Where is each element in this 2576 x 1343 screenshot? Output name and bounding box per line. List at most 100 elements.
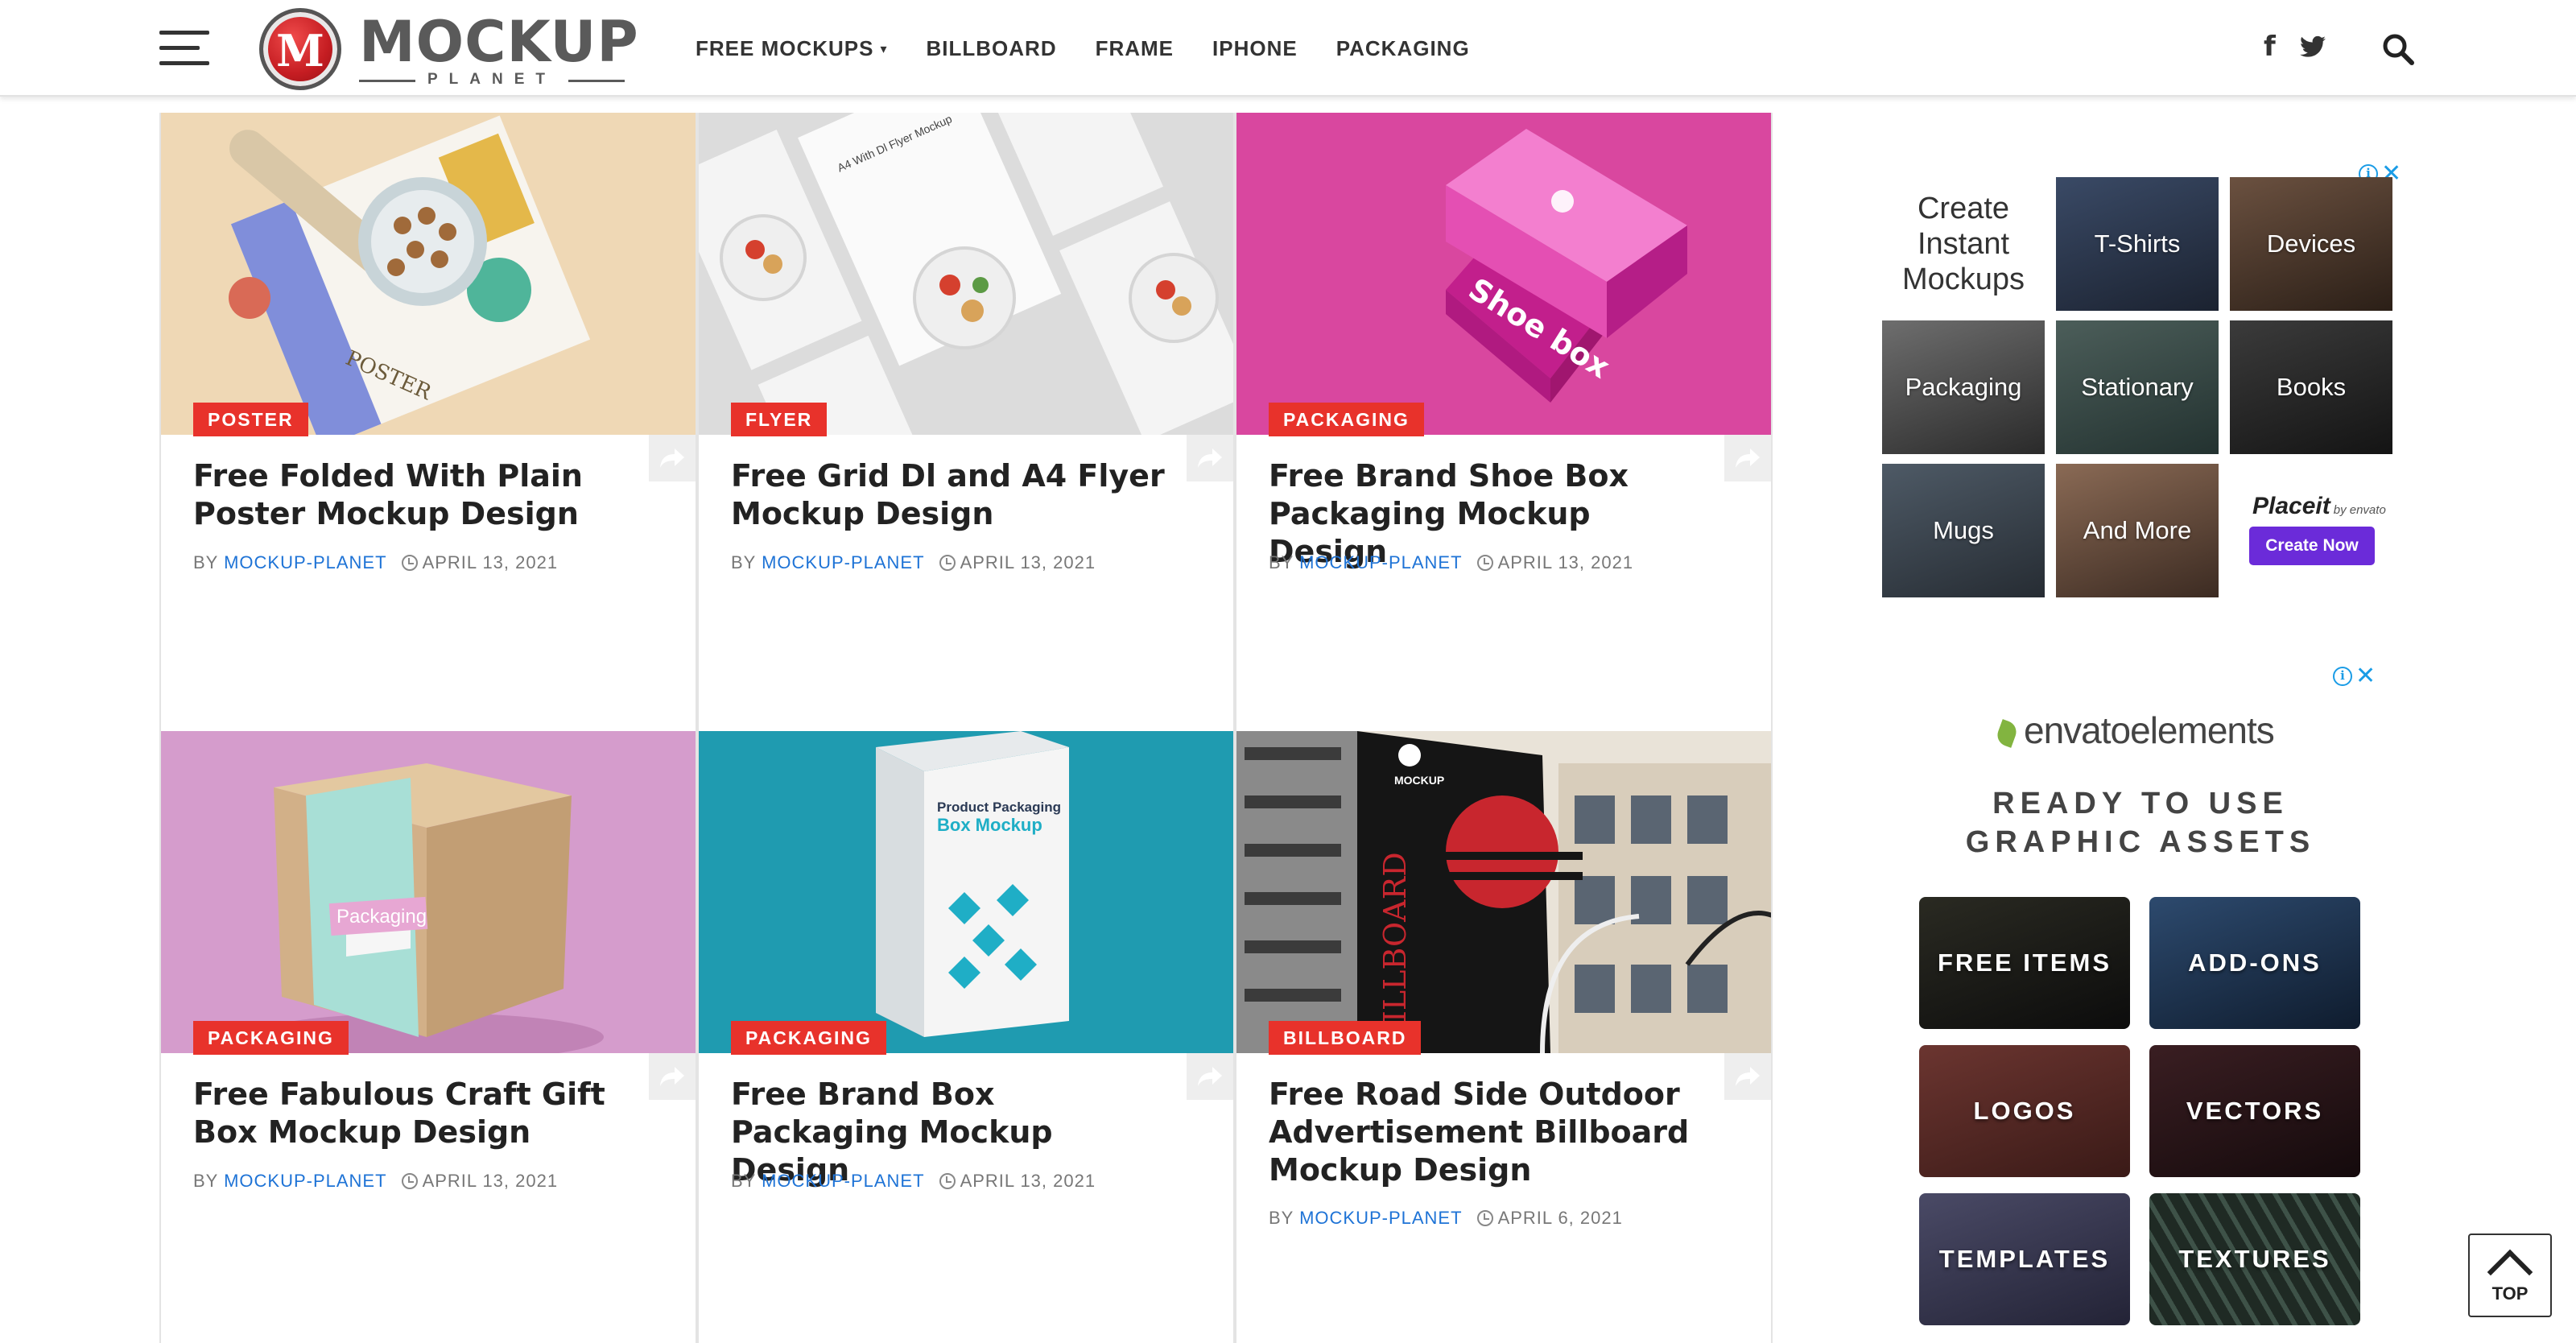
post-date: APRIL 13, 2021 bbox=[422, 1171, 559, 1191]
share-icon[interactable] bbox=[649, 435, 696, 481]
category-badge[interactable]: PACKAGING bbox=[731, 1021, 886, 1055]
placeit-logo: Placeit bbox=[2252, 493, 2330, 519]
billboard-thumb-text: BILLBOARD bbox=[1377, 852, 1413, 1045]
post-meta: BY MOCKUP-PLANET APRIL 6, 2021 bbox=[1269, 1208, 1623, 1228]
site-header: M MOCKUP PLANET FREE MOCKUPS ▾ BILLBOARD … bbox=[0, 0, 2576, 97]
facebook-icon[interactable]: f bbox=[2264, 31, 2276, 63]
post-card[interactable]: Shoe box PACKAGING Free Brand Shoe Box P… bbox=[1235, 113, 1773, 731]
vectors-button[interactable]: VECTORS bbox=[2149, 1045, 2360, 1177]
author-link[interactable]: MOCKUP-PLANET bbox=[224, 1171, 386, 1191]
nav-frame[interactable]: FRAME bbox=[1096, 35, 1174, 61]
author-link[interactable]: MOCKUP-PLANET bbox=[762, 552, 924, 572]
envato-logo: envatoelements bbox=[1994, 709, 2275, 752]
close-icon[interactable]: ✕ bbox=[2355, 664, 2376, 688]
placeit-ad[interactable]: i ✕ Create Instant Mockups T-Shirts Devic… bbox=[1882, 162, 2401, 597]
post-thumbnail[interactable]: MOCKUP BILLBOARD bbox=[1236, 731, 1771, 1053]
create-now-button[interactable]: Create Now bbox=[2249, 527, 2375, 565]
post-card[interactable]: MOCKUP BILLBOARD BILLBOARD Free Road Sid… bbox=[1235, 731, 1773, 1343]
post-card[interactable]: A4 With Dl Flyer Mockup FLYER Free Grid … bbox=[697, 113, 1235, 731]
boxpack-thumb-line1: Product Packaging bbox=[937, 800, 1061, 815]
author-link[interactable]: MOCKUP-PLANET bbox=[762, 1171, 924, 1191]
leaf-icon bbox=[1994, 719, 2020, 748]
category-badge[interactable]: PACKAGING bbox=[1269, 403, 1424, 436]
post-grid: POSTER POSTER Free Folded With Plain Pos… bbox=[159, 113, 1773, 1343]
nav-packaging[interactable]: PACKAGING bbox=[1336, 35, 1470, 61]
post-date: APRIL 13, 2021 bbox=[422, 552, 559, 572]
ad-headline: Create Instant Mockups bbox=[1901, 192, 2025, 296]
post-meta: BY MOCKUP-PLANET APRIL 13, 2021 bbox=[193, 552, 559, 572]
post-thumbnail[interactable]: A4 With Dl Flyer Mockup bbox=[699, 113, 1233, 435]
post-meta: BY MOCKUP-PLANET APRIL 13, 2021 bbox=[1269, 552, 1634, 572]
clock-icon bbox=[401, 1173, 418, 1189]
social-links: f bbox=[2264, 31, 2326, 63]
templates-button[interactable]: TEMPLATES bbox=[1919, 1193, 2130, 1325]
post-meta: BY MOCKUP-PLANET APRIL 13, 2021 bbox=[731, 552, 1096, 572]
main-nav: FREE MOCKUPS ▾ BILLBOARD FRAME IPHONE PAC… bbox=[696, 35, 1509, 61]
post-thumbnail[interactable]: Shoe box bbox=[1236, 113, 1771, 435]
category-badge[interactable]: PACKAGING bbox=[193, 1021, 349, 1055]
logo-subtitle: PLANET bbox=[359, 71, 625, 89]
post-date: APRIL 13, 2021 bbox=[1497, 552, 1634, 572]
ad-tile-devices[interactable]: Devices bbox=[2230, 177, 2392, 311]
post-date: APRIL 6, 2021 bbox=[1497, 1208, 1623, 1228]
nav-iphone[interactable]: IPHONE bbox=[1212, 35, 1298, 61]
ad-tile-mugs[interactable]: Mugs bbox=[1882, 464, 2045, 597]
nav-free-mockups[interactable]: FREE MOCKUPS ▾ bbox=[696, 35, 888, 61]
share-icon[interactable] bbox=[649, 1053, 696, 1100]
share-icon[interactable] bbox=[1724, 435, 1771, 481]
add-ons-button[interactable]: ADD-ONS bbox=[2149, 897, 2360, 1029]
post-thumbnail[interactable]: Packaging bbox=[161, 731, 696, 1053]
category-badge[interactable]: FLYER bbox=[731, 403, 828, 436]
billboard-brand-text: MOCKUP bbox=[1394, 774, 1444, 787]
share-icon[interactable] bbox=[1187, 435, 1233, 481]
logo-badge: M bbox=[259, 8, 341, 90]
post-thumbnail[interactable]: Product Packaging Box Mockup bbox=[699, 731, 1233, 1053]
post-date: APRIL 13, 2021 bbox=[960, 1171, 1096, 1191]
clock-icon bbox=[939, 555, 956, 571]
ad-tile-stationary[interactable]: Stationary bbox=[2056, 320, 2219, 454]
back-to-top-button[interactable]: TOP bbox=[2468, 1233, 2552, 1317]
post-card[interactable]: POSTER POSTER Free Folded With Plain Pos… bbox=[159, 113, 697, 731]
author-link[interactable]: MOCKUP-PLANET bbox=[1299, 1208, 1462, 1228]
textures-button[interactable]: TEXTURES bbox=[2149, 1193, 2360, 1325]
ad-tile-tshirts[interactable]: T-Shirts bbox=[2056, 177, 2219, 311]
clock-icon bbox=[939, 1173, 956, 1189]
placeit-brand: Placeit by envato Create Now bbox=[2230, 464, 2392, 597]
chevron-down-icon: ▾ bbox=[880, 43, 888, 56]
category-badge[interactable]: POSTER bbox=[193, 403, 308, 436]
ad-tile-and-more[interactable]: And More bbox=[2056, 464, 2219, 597]
post-card[interactable]: Product Packaging Box Mockup PACKAGING F… bbox=[697, 731, 1235, 1343]
envato-tagline: READY TO USE GRAPHIC ASSETS bbox=[1965, 787, 2316, 859]
boxpack-thumb-line2: Box Mockup bbox=[937, 815, 1042, 835]
ad-choices[interactable]: i ✕ bbox=[2333, 664, 2376, 688]
post-title[interactable]: Free Grid Dl and A4 Flyer Mockup Design bbox=[731, 457, 1182, 533]
ad-tile-packaging[interactable]: Packaging bbox=[1882, 320, 2045, 454]
author-link[interactable]: MOCKUP-PLANET bbox=[224, 552, 386, 572]
post-title[interactable]: Free Fabulous Craft Gift Box Mockup Desi… bbox=[193, 1076, 644, 1151]
post-meta: BY MOCKUP-PLANET APRIL 13, 2021 bbox=[193, 1171, 559, 1191]
logos-button[interactable]: LOGOS bbox=[1919, 1045, 2130, 1177]
clock-icon bbox=[401, 555, 418, 571]
info-icon[interactable]: i bbox=[2333, 667, 2352, 686]
envato-ad[interactable]: i ✕ envatoelements READY TO USE GRAPHIC AS… bbox=[1882, 660, 2399, 1343]
author-link[interactable]: MOCKUP-PLANET bbox=[1299, 552, 1462, 572]
share-icon[interactable] bbox=[1187, 1053, 1233, 1100]
craft-thumb-text: Packaging bbox=[336, 906, 427, 928]
clock-icon bbox=[1476, 1210, 1493, 1226]
free-items-button[interactable]: FREE ITEMS bbox=[1919, 897, 2130, 1029]
menu-icon[interactable] bbox=[159, 31, 211, 66]
post-title[interactable]: Free Road Side Outdoor Advertisement Bil… bbox=[1269, 1076, 1719, 1189]
site-logo[interactable]: M MOCKUP PLANET bbox=[259, 8, 638, 90]
search-icon[interactable] bbox=[2381, 32, 2415, 66]
logo-wordmark: MOCKUP bbox=[359, 9, 639, 75]
clock-icon bbox=[1476, 555, 1493, 571]
nav-billboard[interactable]: BILLBOARD bbox=[927, 35, 1057, 61]
category-badge[interactable]: BILLBOARD bbox=[1269, 1021, 1422, 1055]
twitter-icon[interactable] bbox=[2299, 35, 2326, 58]
post-meta: BY MOCKUP-PLANET APRIL 13, 2021 bbox=[731, 1171, 1096, 1191]
ad-tile-books[interactable]: Books bbox=[2230, 320, 2392, 454]
post-card[interactable]: Packaging PACKAGING Free Fabulous Craft … bbox=[159, 731, 697, 1343]
post-title[interactable]: Free Folded With Plain Poster Mockup Des… bbox=[193, 457, 644, 533]
share-icon[interactable] bbox=[1724, 1053, 1771, 1100]
post-thumbnail[interactable]: POSTER bbox=[161, 113, 696, 435]
